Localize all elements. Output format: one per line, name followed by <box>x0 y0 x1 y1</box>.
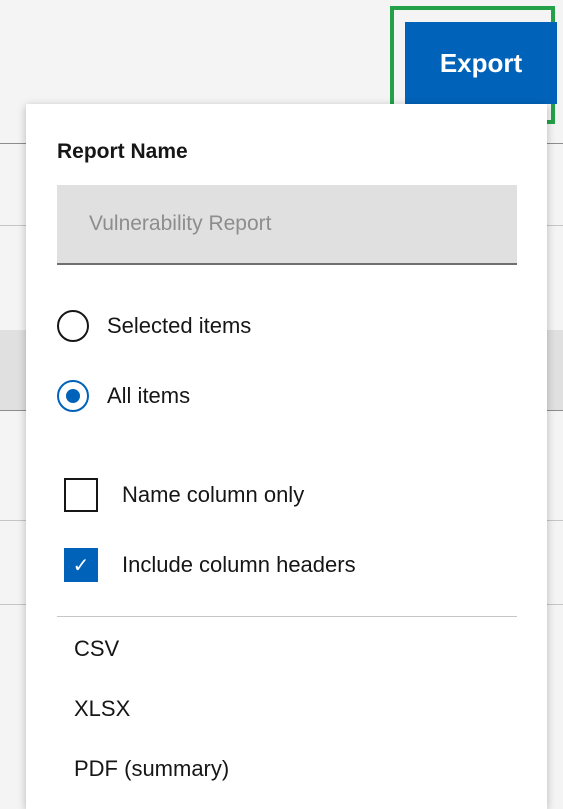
export-button[interactable]: Export <box>405 22 557 104</box>
format-pdf-summary[interactable]: PDF (summary) <box>74 756 229 782</box>
menu-divider <box>57 616 517 617</box>
report-name-input[interactable]: Vulnerability Report <box>57 185 517 265</box>
checkbox-label: Name column only <box>122 482 305 507</box>
report-name-label: Report Name <box>57 140 188 163</box>
checkbox-include-column-headers[interactable]: ✓ Include column headers <box>57 548 356 582</box>
checkbox-name-column-only[interactable]: Name column only <box>57 478 304 512</box>
format-csv[interactable]: CSV <box>74 636 119 662</box>
format-xlsx[interactable]: XLSX <box>74 696 130 722</box>
radio-selected-items[interactable]: Selected items <box>57 310 251 342</box>
radio-checked-icon[interactable] <box>57 380 89 412</box>
export-menu: Report Name Vulnerability Report Selecte… <box>26 104 547 809</box>
radio-circle-icon[interactable] <box>57 310 89 342</box>
radio-label: Selected items <box>107 313 252 338</box>
radio-label: All items <box>107 383 191 408</box>
checkmark-icon[interactable]: ✓ <box>64 548 98 582</box>
radio-all-items[interactable]: All items <box>57 380 190 412</box>
checkbox-icon[interactable] <box>64 478 98 512</box>
checkbox-label: Include column headers <box>122 552 356 577</box>
report-name-placeholder: Vulnerability Report <box>89 212 272 235</box>
